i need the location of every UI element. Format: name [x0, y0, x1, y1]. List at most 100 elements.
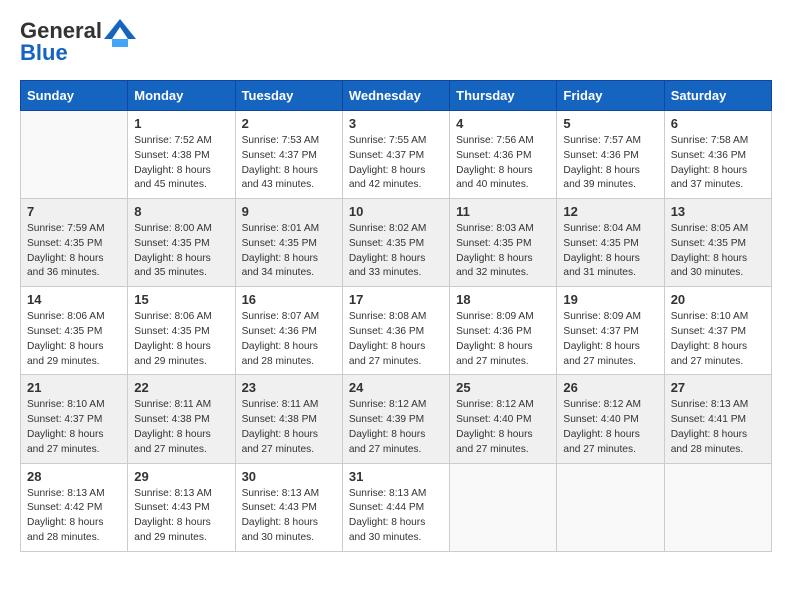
- cell-info: Sunrise: 7:56 AMSunset: 4:36 PMDaylight:…: [456, 134, 550, 193]
- cell-info: Sunrise: 8:13 AMSunset: 4:42 PMDaylight:…: [27, 487, 121, 546]
- weekday-header-sunday: Sunday: [21, 81, 128, 111]
- cell-info: Sunrise: 8:01 AMSunset: 4:35 PMDaylight:…: [242, 222, 336, 281]
- cell-info: Sunrise: 8:12 AMSunset: 4:40 PMDaylight:…: [563, 398, 657, 457]
- day-number: 18: [456, 292, 550, 307]
- week-row-5: 28 Sunrise: 8:13 AMSunset: 4:42 PMDayligh…: [21, 463, 772, 551]
- day-number: 1: [134, 116, 228, 131]
- calendar-cell: 15Sunrise: 8:06 AMSunset: 4:35 PMDayligh…: [128, 287, 235, 375]
- day-number: 22: [134, 380, 228, 395]
- cell-info: Sunrise: 7:53 AMSunset: 4:37 PMDaylight:…: [242, 134, 336, 193]
- day-number: 11: [456, 204, 550, 219]
- cell-info: Sunrise: 8:06 AMSunset: 4:35 PMDaylight:…: [27, 310, 121, 369]
- cell-info: Sunrise: 8:13 AMSunset: 4:43 PMDaylight:…: [242, 487, 336, 546]
- logo-blue: Blue: [20, 40, 68, 65]
- day-number: 5: [563, 116, 657, 131]
- calendar-cell: 20Sunrise: 8:10 AMSunset: 4:37 PMDayligh…: [664, 287, 771, 375]
- day-number: 23: [242, 380, 336, 395]
- calendar-cell: 14 Sunrise: 8:06 AMSunset: 4:35 PMDayligh…: [21, 287, 128, 375]
- day-number: 16: [242, 292, 336, 307]
- calendar-cell: 19 Sunrise: 8:09 AMSunset: 4:37 PMDayligh…: [557, 287, 664, 375]
- day-number: 26: [563, 380, 657, 395]
- logo-text: General Blue: [20, 20, 102, 64]
- calendar-cell: 1Sunrise: 7:52 AMSunset: 4:38 PMDaylight…: [128, 111, 235, 199]
- cell-info: Sunrise: 8:13 AMSunset: 4:41 PMDaylight:…: [671, 398, 765, 457]
- weekday-header-row: SundayMondayTuesdayWednesdayThursdayFrid…: [21, 81, 772, 111]
- cell-info: Sunrise: 8:03 AMSunset: 4:35 PMDaylight:…: [456, 222, 550, 281]
- day-number: 8: [134, 204, 228, 219]
- calendar-cell: 18 Sunrise: 8:09 AMSunset: 4:36 PMDayligh…: [450, 287, 557, 375]
- day-number: 25: [456, 380, 550, 395]
- week-row-2: 7 Sunrise: 7:59 AMSunset: 4:35 PMDaylight…: [21, 199, 772, 287]
- calendar-cell: 8 Sunrise: 8:00 AMSunset: 4:35 PMDaylight…: [128, 199, 235, 287]
- day-number: 3: [349, 116, 443, 131]
- calendar-cell: 22 Sunrise: 8:11 AMSunset: 4:38 PMDayligh…: [128, 375, 235, 463]
- calendar-cell: 12Sunrise: 8:04 AMSunset: 4:35 PMDayligh…: [557, 199, 664, 287]
- calendar-cell: 21 Sunrise: 8:10 AMSunset: 4:37 PMDayligh…: [21, 375, 128, 463]
- day-number: 14: [27, 292, 121, 307]
- calendar-cell: 3 Sunrise: 7:55 AMSunset: 4:37 PMDaylight…: [342, 111, 449, 199]
- weekday-header-tuesday: Tuesday: [235, 81, 342, 111]
- calendar-cell: 11 Sunrise: 8:03 AMSunset: 4:35 PMDayligh…: [450, 199, 557, 287]
- calendar-cell: 23 Sunrise: 8:11 AMSunset: 4:38 PMDayligh…: [235, 375, 342, 463]
- cell-info: Sunrise: 7:59 AMSunset: 4:35 PMDaylight:…: [27, 222, 121, 281]
- calendar-cell: [664, 463, 771, 551]
- day-number: 4: [456, 116, 550, 131]
- cell-info: Sunrise: 8:08 AMSunset: 4:36 PMDaylight:…: [349, 310, 443, 369]
- page-header: General Blue: [20, 20, 772, 64]
- cell-info: Sunrise: 8:10 AMSunset: 4:37 PMDaylight:…: [671, 310, 765, 369]
- day-number: 6: [671, 116, 765, 131]
- day-number: 31: [349, 469, 443, 484]
- cell-info: Sunrise: 8:10 AMSunset: 4:37 PMDaylight:…: [27, 398, 121, 457]
- cell-info: Sunrise: 8:09 AMSunset: 4:37 PMDaylight:…: [563, 310, 657, 369]
- cell-info: Sunrise: 8:12 AMSunset: 4:40 PMDaylight:…: [456, 398, 550, 457]
- cell-info: Sunrise: 7:55 AMSunset: 4:37 PMDaylight:…: [349, 134, 443, 193]
- cell-info: Sunrise: 8:05 AMSunset: 4:35 PMDaylight:…: [671, 222, 765, 281]
- day-number: 10: [349, 204, 443, 219]
- cell-info: Sunrise: 8:00 AMSunset: 4:35 PMDaylight:…: [134, 222, 228, 281]
- calendar-cell: 4 Sunrise: 7:56 AMSunset: 4:36 PMDaylight…: [450, 111, 557, 199]
- day-number: 2: [242, 116, 336, 131]
- cell-info: Sunrise: 8:11 AMSunset: 4:38 PMDaylight:…: [242, 398, 336, 457]
- day-number: 30: [242, 469, 336, 484]
- day-number: 29: [134, 469, 228, 484]
- logo: General Blue: [20, 20, 136, 64]
- day-number: 12: [563, 204, 657, 219]
- cell-info: Sunrise: 8:12 AMSunset: 4:39 PMDaylight:…: [349, 398, 443, 457]
- day-number: 21: [27, 380, 121, 395]
- calendar-cell: 10Sunrise: 8:02 AMSunset: 4:35 PMDayligh…: [342, 199, 449, 287]
- day-number: 13: [671, 204, 765, 219]
- calendar-cell: [450, 463, 557, 551]
- calendar-cell: 31Sunrise: 8:13 AMSunset: 4:44 PMDayligh…: [342, 463, 449, 551]
- weekday-header-friday: Friday: [557, 81, 664, 111]
- cell-info: Sunrise: 8:07 AMSunset: 4:36 PMDaylight:…: [242, 310, 336, 369]
- cell-info: Sunrise: 8:09 AMSunset: 4:36 PMDaylight:…: [456, 310, 550, 369]
- day-number: 15: [134, 292, 228, 307]
- week-row-1: 1Sunrise: 7:52 AMSunset: 4:38 PMDaylight…: [21, 111, 772, 199]
- calendar-cell: 17 Sunrise: 8:08 AMSunset: 4:36 PMDayligh…: [342, 287, 449, 375]
- weekday-header-wednesday: Wednesday: [342, 81, 449, 111]
- week-row-3: 14 Sunrise: 8:06 AMSunset: 4:35 PMDayligh…: [21, 287, 772, 375]
- calendar-cell: 13 Sunrise: 8:05 AMSunset: 4:35 PMDayligh…: [664, 199, 771, 287]
- calendar-cell: 6 Sunrise: 7:58 AMSunset: 4:36 PMDaylight…: [664, 111, 771, 199]
- day-number: 19: [563, 292, 657, 307]
- day-number: 17: [349, 292, 443, 307]
- weekday-header-monday: Monday: [128, 81, 235, 111]
- logo-icon: [104, 19, 136, 47]
- calendar-cell: 7 Sunrise: 7:59 AMSunset: 4:35 PMDaylight…: [21, 199, 128, 287]
- calendar-cell: 5Sunrise: 7:57 AMSunset: 4:36 PMDaylight…: [557, 111, 664, 199]
- calendar-cell: 30 Sunrise: 8:13 AMSunset: 4:43 PMDayligh…: [235, 463, 342, 551]
- day-number: 24: [349, 380, 443, 395]
- calendar-cell: 24 Sunrise: 8:12 AMSunset: 4:39 PMDayligh…: [342, 375, 449, 463]
- weekday-header-saturday: Saturday: [664, 81, 771, 111]
- day-number: 28: [27, 469, 121, 484]
- calendar-cell: 25 Sunrise: 8:12 AMSunset: 4:40 PMDayligh…: [450, 375, 557, 463]
- calendar-cell: 9Sunrise: 8:01 AMSunset: 4:35 PMDaylight…: [235, 199, 342, 287]
- calendar-cell: 2 Sunrise: 7:53 AMSunset: 4:37 PMDaylight…: [235, 111, 342, 199]
- cell-info: Sunrise: 7:58 AMSunset: 4:36 PMDaylight:…: [671, 134, 765, 193]
- calendar-cell: [21, 111, 128, 199]
- calendar-table: SundayMondayTuesdayWednesdayThursdayFrid…: [20, 80, 772, 552]
- calendar-cell: 26 Sunrise: 8:12 AMSunset: 4:40 PMDayligh…: [557, 375, 664, 463]
- calendar-cell: 28 Sunrise: 8:13 AMSunset: 4:42 PMDayligh…: [21, 463, 128, 551]
- day-number: 7: [27, 204, 121, 219]
- cell-info: Sunrise: 8:11 AMSunset: 4:38 PMDaylight:…: [134, 398, 228, 457]
